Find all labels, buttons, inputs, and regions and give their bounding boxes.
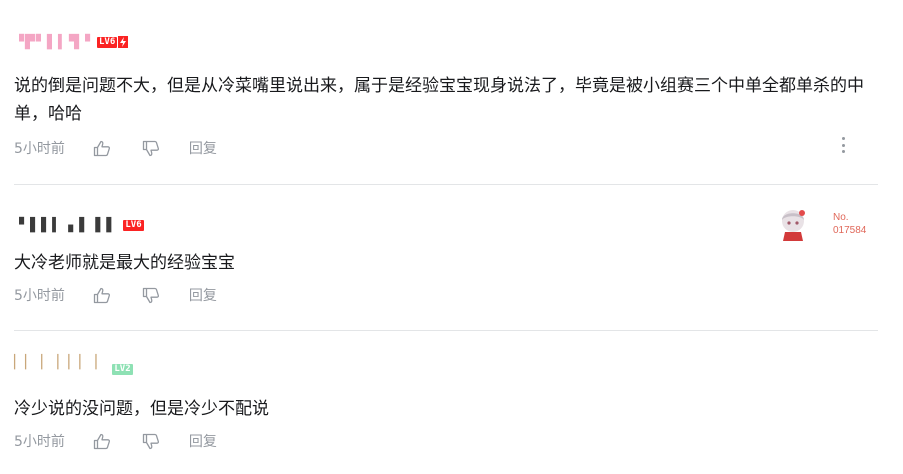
- comment-text: 说的倒是问题不大，但是从冷菜嘴里说出来，属于是经验宝宝现身说法了，毕竟是被小组赛…: [14, 76, 864, 124]
- thumbs-down-icon[interactable]: [140, 138, 162, 158]
- comment-item: ▝▛▘▌▍▜▝ LV6 说的倒是问题不大，但是从冷菜嘴里说出来，属于是经验宝宝现…: [0, 0, 903, 185]
- username[interactable]: ▏▏ ▏ ▏▏▏ ▏: [14, 355, 106, 370]
- level-badge: LV6: [96, 36, 118, 48]
- comment-text: 大冷老师就是最大的经验宝宝: [14, 253, 235, 273]
- reply-button[interactable]: 回复: [189, 285, 217, 305]
- fan-number: No. 017584: [833, 211, 866, 237]
- comment-text: 冷少说的没问题，但是冷少不配说: [14, 399, 269, 419]
- user-row: ▝▛▘▌▍▜▝ LV6: [14, 33, 129, 51]
- level-badge: LV2: [112, 363, 133, 375]
- comment-actions: 5小时前 回复: [14, 431, 217, 451]
- thumbs-up-icon[interactable]: [91, 138, 113, 158]
- thumbs-down-icon[interactable]: [140, 285, 162, 305]
- username[interactable]: ▝ ▌▌▍ ▖▌ ▌▌: [14, 218, 117, 233]
- reply-button[interactable]: 回复: [189, 431, 217, 451]
- fan-label: No.: [833, 212, 849, 223]
- username[interactable]: ▝▛▘▌▍▜▝: [14, 35, 91, 50]
- user-row: ▝ ▌▌▍ ▖▌ ▌▌ LV6: [14, 216, 144, 234]
- comment-actions: 5小时前 回复: [14, 138, 217, 158]
- comment-item: ▝ ▌▌▍ ▖▌ ▌▌ LV6 No. 017584 大冷老师就是最大的经验宝宝…: [0, 185, 903, 331]
- comment-actions: 5小时前 回复: [14, 285, 217, 305]
- timestamp: 5小时前: [14, 288, 65, 304]
- thumbs-up-icon[interactable]: [91, 285, 113, 305]
- timestamp: 5小时前: [14, 141, 65, 157]
- fan-badge[interactable]: No. 017584: [773, 203, 866, 243]
- level-badge: LV6: [123, 219, 144, 231]
- user-row: ▏▏ ▏ ▏▏▏ ▏ LV2: [14, 353, 133, 375]
- reply-button[interactable]: 回复: [189, 138, 217, 158]
- comment-item: ▏▏ ▏ ▏▏▏ ▏ LV2 冷少说的没问题，但是冷少不配说 5小时前 回复: [0, 331, 903, 474]
- fan-number-value: 017584: [833, 225, 867, 236]
- thumbs-down-icon[interactable]: [140, 431, 162, 451]
- fan-avatar-icon: [782, 210, 805, 241]
- more-options-icon[interactable]: [839, 137, 847, 153]
- lightning-icon: [118, 36, 129, 48]
- thumbs-up-icon[interactable]: [91, 431, 113, 451]
- timestamp: 5小时前: [14, 434, 65, 450]
